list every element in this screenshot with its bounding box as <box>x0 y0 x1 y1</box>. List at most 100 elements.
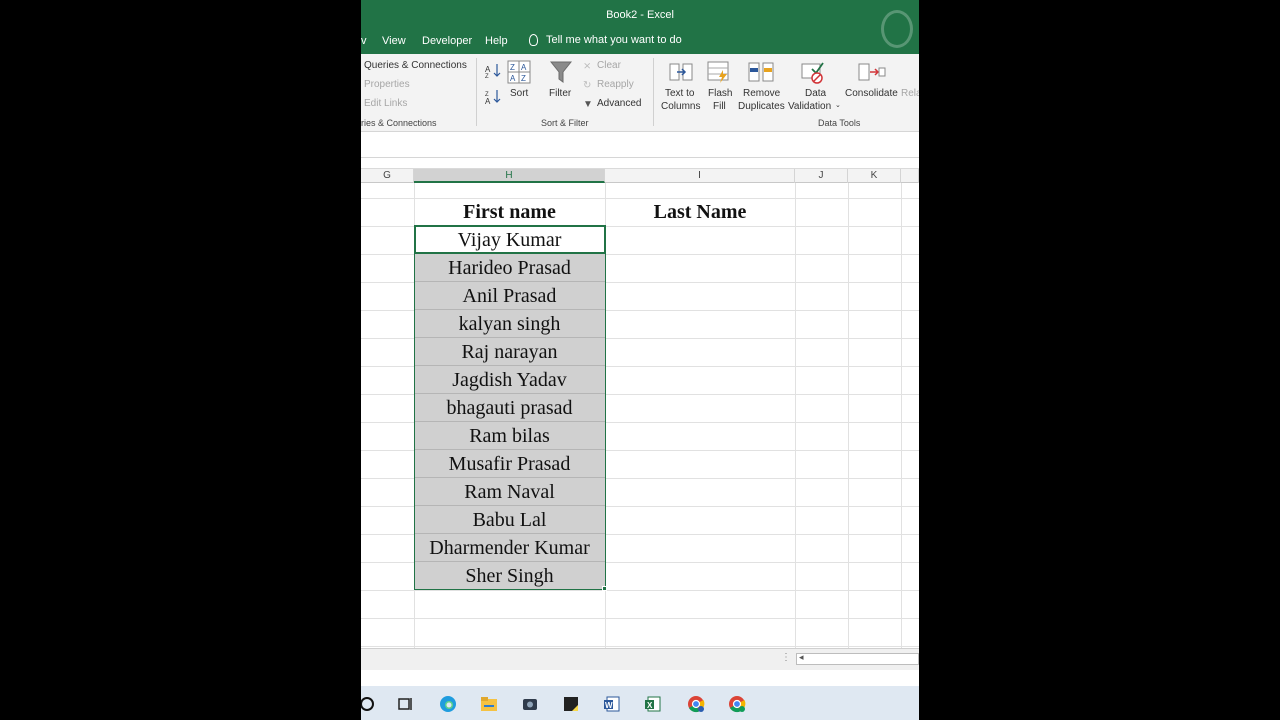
edge-icon[interactable] <box>438 694 458 714</box>
svg-text:A: A <box>510 74 516 83</box>
text-to-columns-icon[interactable] <box>668 60 694 84</box>
remove-duplicates-icon[interactable] <box>748 60 774 84</box>
svg-text:Z: Z <box>510 63 515 72</box>
cell-first-name[interactable]: Jagdish Yadav <box>414 366 605 394</box>
data-tools-group-label: Data Tools <box>818 118 861 128</box>
splitter-handle[interactable]: ⋮ <box>781 652 791 663</box>
svg-text:W: W <box>605 701 613 710</box>
cell-first-name[interactable]: Anil Prasad <box>414 282 605 310</box>
sort-label[interactable]: Sort <box>510 88 528 99</box>
svg-text:Z: Z <box>485 74 489 78</box>
svg-text:X: X <box>647 701 653 710</box>
column-header-j[interactable]: J <box>795 169 848 183</box>
cortana-icon[interactable] <box>361 694 377 714</box>
text-to-columns-label-1[interactable]: Text to <box>665 88 694 99</box>
data-validation-icon[interactable] <box>801 60 825 84</box>
sort-z-a-icon[interactable]: Z A <box>485 88 501 104</box>
svg-text:Z: Z <box>521 74 526 83</box>
menu-data-partial[interactable]: v <box>361 35 367 47</box>
properties-button[interactable]: Properties <box>364 79 410 90</box>
tell-me-box[interactable]: Tell me what you want to do <box>529 34 682 46</box>
lightbulb-icon <box>529 34 538 46</box>
cell-first-name[interactable]: Musafir Prasad <box>414 450 605 478</box>
cell-first-name[interactable]: bhagauti prasad <box>414 394 605 422</box>
svg-text:A: A <box>521 63 527 72</box>
formula-bar-area[interactable] <box>361 132 919 158</box>
cell-first-name[interactable]: Ram bilas <box>414 422 605 450</box>
file-explorer-icon[interactable] <box>479 694 499 714</box>
sticky-notes-icon[interactable] <box>561 694 581 714</box>
remove-duplicates-label-1[interactable]: Remove <box>743 88 780 99</box>
tell-me-text: Tell me what you want to do <box>546 34 682 46</box>
reapply-button[interactable]: Reapply <box>597 79 634 90</box>
sort-a-z-icon[interactable]: A Z <box>485 62 501 78</box>
svg-text:A: A <box>485 97 491 104</box>
media-icon[interactable] <box>520 694 540 714</box>
cell-first-name[interactable]: Harideo Prasad <box>414 254 605 282</box>
consolidate-icon[interactable] <box>858 60 886 84</box>
advanced-button[interactable]: Advanced <box>597 98 641 109</box>
gridline <box>848 183 849 648</box>
sheet-tab-bar: ⋮ ◂ <box>361 648 919 670</box>
column-header-i[interactable]: I <box>605 169 795 183</box>
fill-handle[interactable] <box>602 586 607 591</box>
gridline <box>901 183 902 648</box>
column-header-l[interactable] <box>901 169 919 183</box>
menu-help[interactable]: Help <box>485 35 508 47</box>
relationships-label-partial[interactable]: Rela <box>901 88 919 99</box>
windows-taskbar: W X <box>361 686 919 720</box>
flash-fill-icon[interactable] <box>707 60 731 84</box>
scroll-left-icon[interactable]: ◂ <box>799 652 804 663</box>
worksheet-grid[interactable]: G H I J K First name Last Name Vijay Kum… <box>361 158 919 648</box>
word-icon[interactable]: W <box>602 694 622 714</box>
chrome-icon[interactable] <box>686 694 706 714</box>
task-view-icon[interactable] <box>395 694 415 714</box>
cell-first-name[interactable]: Raj narayan <box>414 338 605 366</box>
remove-duplicates-label-2[interactable]: Duplicates <box>738 101 785 112</box>
watermark-logo-icon <box>881 10 913 48</box>
menu-view[interactable]: View <box>382 35 406 47</box>
row-gridline <box>361 590 919 591</box>
cell-first-name[interactable]: Vijay Kumar <box>414 226 605 254</box>
filter-label[interactable]: Filter <box>549 88 571 99</box>
excel-icon[interactable]: X <box>643 694 663 714</box>
menu-developer[interactable]: Developer <box>422 35 472 47</box>
svg-text:A: A <box>485 65 491 74</box>
ribbon-data-tab: Queries & Connections Properties Edit Li… <box>361 54 919 132</box>
advanced-filter-icon: ▼ <box>583 99 593 110</box>
row-gridline <box>361 646 919 647</box>
cell-first-name[interactable]: kalyan singh <box>414 310 605 338</box>
reapply-icon: ↻ <box>583 80 592 91</box>
group-divider <box>653 58 654 126</box>
consolidate-label[interactable]: Consolidate <box>845 88 898 99</box>
column-headers: G H I J K <box>361 168 919 183</box>
cell-first-name[interactable]: Sher Singh <box>414 562 605 590</box>
excel-window: Book2 - Excel v View Developer Help Tell… <box>361 0 919 720</box>
edit-links-button[interactable]: Edit Links <box>364 98 407 109</box>
flash-fill-label-1[interactable]: Flash <box>708 88 732 99</box>
clear-button[interactable]: Clear <box>597 60 621 71</box>
column-header-h[interactable]: H <box>414 169 605 183</box>
chevron-down-icon[interactable]: ⌄ <box>835 101 841 109</box>
header-first-name[interactable]: First name <box>414 198 605 226</box>
cell-first-name[interactable]: Dharmender Kumar <box>414 534 605 562</box>
row-gridline <box>361 618 919 619</box>
queries-connections-button[interactable]: Queries & Connections <box>364 60 467 71</box>
column-header-k[interactable]: K <box>848 169 901 183</box>
header-last-name[interactable]: Last Name <box>605 198 795 226</box>
text-to-columns-label-2[interactable]: Columns <box>661 101 700 112</box>
clear-icon: ⨯ <box>583 61 592 72</box>
gridline <box>795 183 796 648</box>
chrome-profile-icon[interactable] <box>727 694 747 714</box>
cell-first-name[interactable]: Ram Naval <box>414 478 605 506</box>
queries-group-label: ries & Connections <box>361 118 437 128</box>
data-validation-label-2[interactable]: Validation <box>788 101 831 112</box>
filter-icon[interactable] <box>550 60 572 84</box>
cell-first-name[interactable]: Babu Lal <box>414 506 605 534</box>
column-header-g[interactable]: G <box>361 169 414 183</box>
flash-fill-label-2[interactable]: Fill <box>713 101 726 112</box>
sort-icon[interactable]: Z A A Z <box>507 60 531 84</box>
data-validation-label-1[interactable]: Data <box>805 88 826 99</box>
horizontal-scrollbar[interactable]: ◂ <box>796 652 919 665</box>
title-bar: Book2 - Excel v View Developer Help Tell… <box>361 0 919 54</box>
